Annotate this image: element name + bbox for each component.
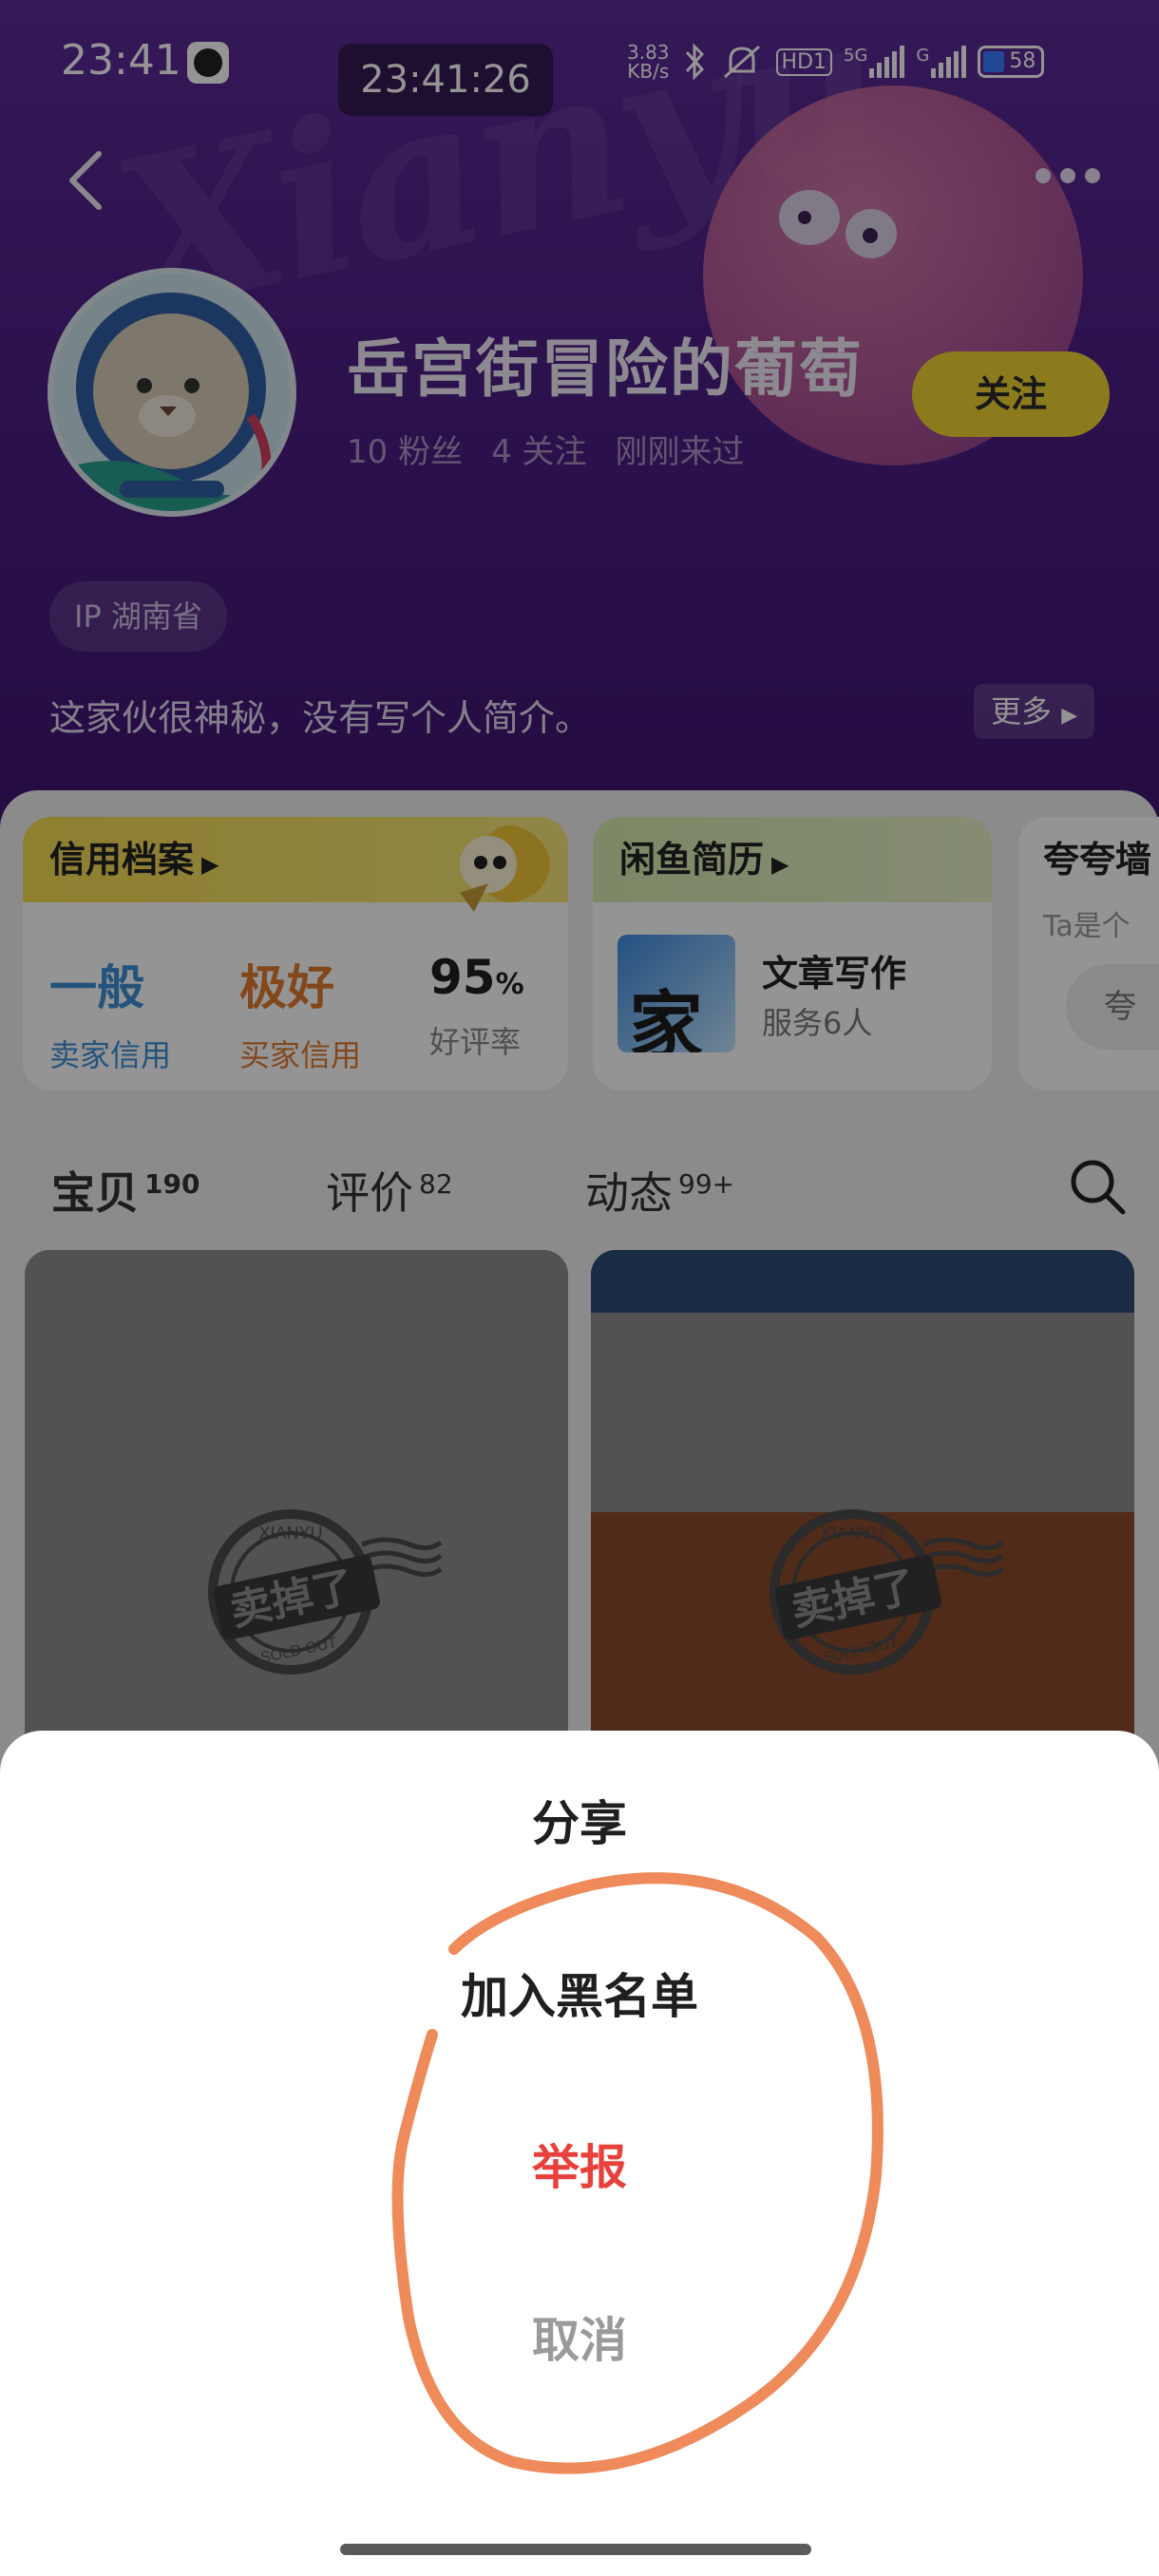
- share-option[interactable]: 分享: [0, 1786, 1159, 1854]
- cancel-option[interactable]: 取消: [0, 2302, 1159, 2371]
- report-option[interactable]: 举报: [0, 2130, 1159, 2198]
- blacklist-option[interactable]: 加入黑名单: [0, 1959, 1159, 2027]
- home-indicator[interactable]: [340, 2544, 811, 2555]
